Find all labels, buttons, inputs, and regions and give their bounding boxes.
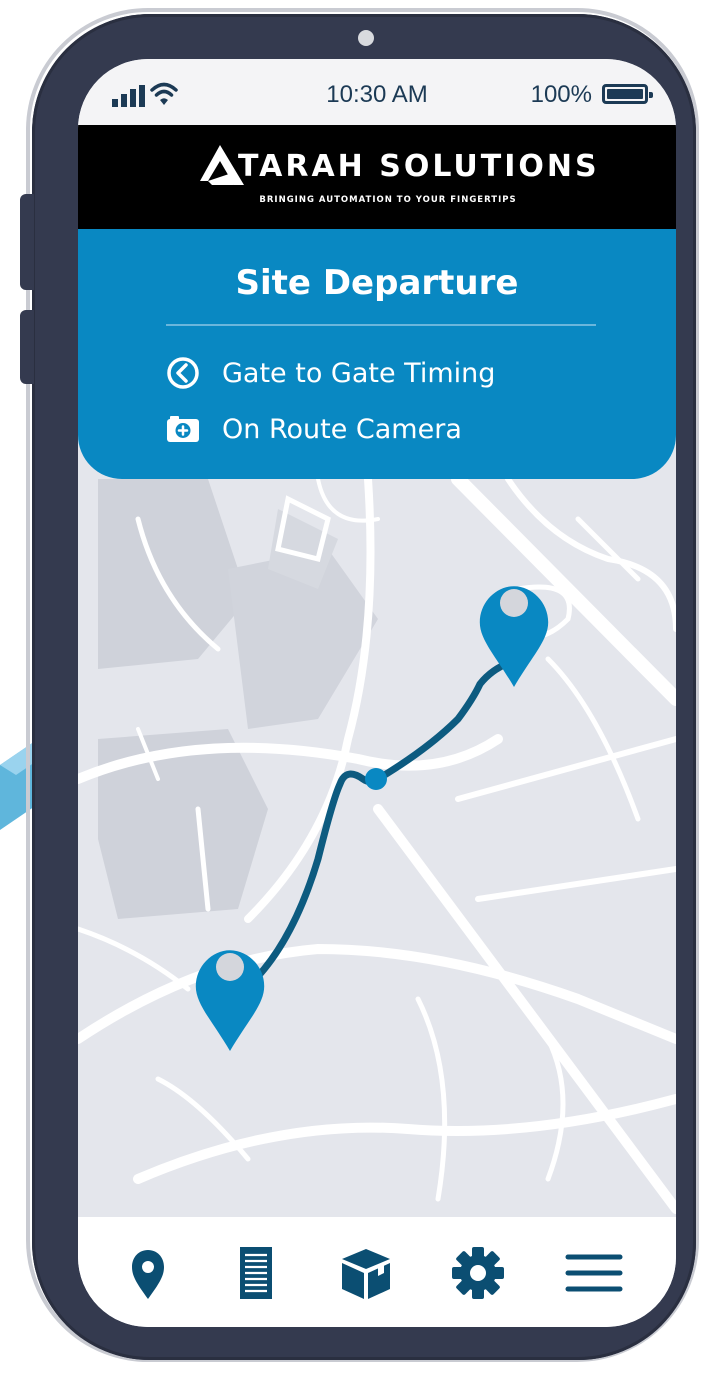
gear-icon xyxy=(452,1247,504,1299)
map-canvas xyxy=(78,472,676,1219)
waypoint-dot xyxy=(365,768,387,790)
nav-location[interactable] xyxy=(116,1241,180,1305)
clock-icon xyxy=(167,357,199,389)
front-camera xyxy=(358,30,374,46)
feature-route-camera[interactable]: On Route Camera xyxy=(166,409,462,449)
feature-label: On Route Camera xyxy=(222,413,462,445)
location-pin-icon xyxy=(132,1250,164,1299)
nav-menu[interactable] xyxy=(562,1241,626,1305)
nav-settings[interactable] xyxy=(446,1241,510,1305)
brand-name: TARAH SOLUTIONS xyxy=(238,149,600,184)
package-icon xyxy=(342,1249,390,1299)
route-map[interactable] xyxy=(78,472,676,1219)
menu-icon xyxy=(565,1254,623,1292)
brand-header: TARAH SOLUTIONS BRINGING AUTOMATION TO Y… xyxy=(78,125,676,229)
feature-gate-timing[interactable]: Gate to Gate Timing xyxy=(166,353,495,393)
panel-divider xyxy=(166,324,596,326)
phone-screen: 10:30 AM 100% TARAH SOLUTIONS BRINGING A… xyxy=(78,59,676,1327)
camera-plus-icon xyxy=(167,416,199,442)
panel-title: Site Departure xyxy=(235,263,519,303)
feature-label: Gate to Gate Timing xyxy=(222,357,496,389)
status-bar: 10:30 AM 100% xyxy=(78,59,676,125)
brand-tagline: BRINGING AUTOMATION TO YOUR FINGERTIPS xyxy=(259,195,517,205)
battery-percentage: 100% xyxy=(530,81,592,108)
battery-icon xyxy=(602,84,653,104)
battery-fill xyxy=(607,89,643,99)
phone-frame: 10:30 AM 100% TARAH SOLUTIONS BRINGING A… xyxy=(20,4,711,1370)
nav-package[interactable] xyxy=(334,1241,398,1305)
bottom-nav xyxy=(78,1217,676,1327)
volume-up-button xyxy=(20,194,34,290)
nav-document[interactable] xyxy=(224,1241,288,1305)
battery-nub xyxy=(649,92,653,98)
site-departure-panel: Site Departure Gate to Gate Timing On Ro… xyxy=(78,229,676,479)
volume-down-button xyxy=(20,310,34,384)
document-icon xyxy=(240,1247,272,1299)
